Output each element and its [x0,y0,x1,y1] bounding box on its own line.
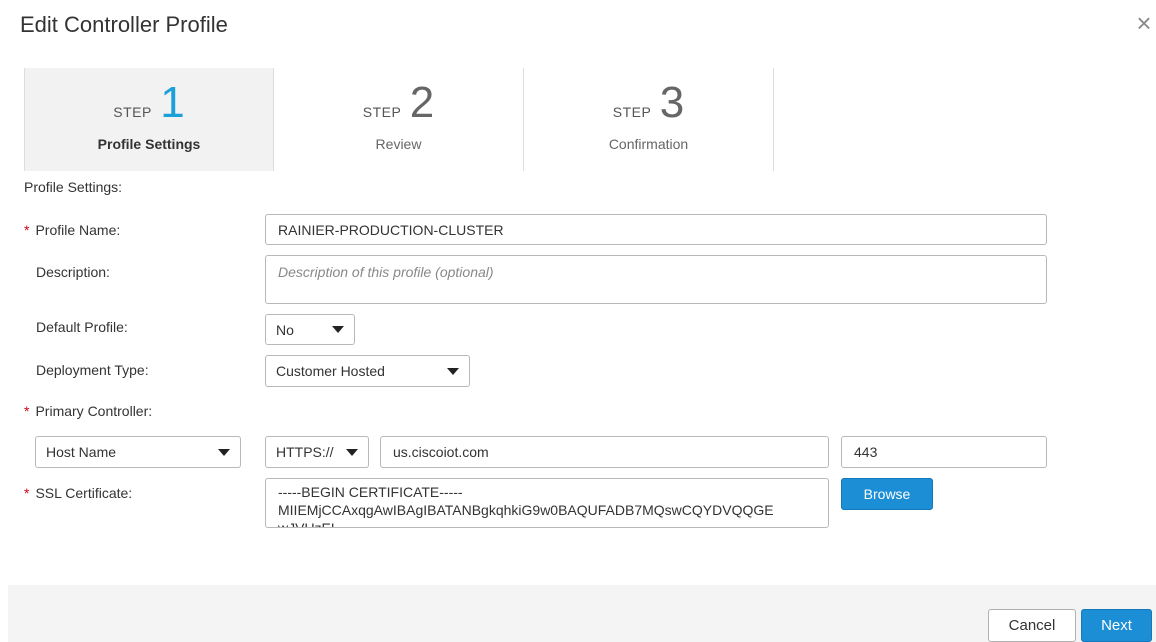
required-marker: * [24,403,30,419]
address-type-select[interactable]: Host Name [35,436,241,468]
certificate-line: -----BEGIN CERTIFICATE----- [278,484,463,500]
chevron-down-icon [346,448,358,456]
step-number: 3 [659,78,685,127]
profile-name-label: * Profile Name: [24,222,120,238]
step-label: Profile Settings [97,136,201,152]
profile-name-label-text: Profile Name: [35,222,121,238]
primary-controller-label: * Primary Controller: [24,403,152,419]
step-profile-settings: STEP 1 Profile Settings [24,68,274,171]
primary-controller-label-text: Primary Controller: [35,403,153,419]
profile-name-input[interactable]: RAINIER-PRODUCTION-CLUSTER [265,214,1047,245]
step-review: STEP 2 Review [274,68,524,171]
step-number: 1 [160,78,185,127]
ssl-certificate-textarea[interactable]: -----BEGIN CERTIFICATE----- MIIEMjCCAxqg… [265,478,829,528]
close-icon[interactable]: × [1131,8,1156,38]
host-input[interactable]: us.ciscoiot.com [380,436,829,468]
browse-button[interactable]: Browse [841,478,933,510]
protocol-select[interactable]: HTTPS:// [265,436,369,468]
deployment-type-value: Customer Hosted [276,363,385,379]
step-label: Review [375,136,422,152]
step-label: Confirmation [608,136,689,152]
certificate-line: MIIEMjCCAxqgAwIBAgIBATANBgkqhkiG9w0BAQUF… [278,502,774,518]
profile-name-value: RAINIER-PRODUCTION-CLUSTER [278,221,504,238]
dialog-title: Edit Controller Profile [20,12,228,37]
cancel-button[interactable]: Cancel [988,609,1076,642]
default-profile-label: Default Profile: [36,319,128,335]
next-button[interactable]: Next [1081,609,1152,642]
description-textarea[interactable]: Description of this profile (optional) [265,255,1047,304]
port-value: 443 [854,444,878,460]
ssl-certificate-label: * SSL Certificate: [24,485,132,501]
step-confirmation: STEP 3 Confirmation [524,68,774,171]
chevron-down-icon [218,448,230,456]
chevron-down-icon [332,326,344,333]
certificate-line: wJVUzEL [278,520,339,528]
section-label: Profile Settings: [24,179,123,195]
required-marker: * [24,485,30,501]
default-profile-select[interactable]: No [265,314,355,345]
deployment-type-label: Deployment Type: [36,362,149,378]
step-word: STEP [113,104,152,120]
dialog-footer [8,585,1156,642]
step-word: STEP [612,104,652,120]
chevron-down-icon [447,367,459,375]
ssl-certificate-label-text: SSL Certificate: [35,485,133,501]
default-profile-value: No [276,321,294,338]
address-type-value: Host Name [46,444,117,460]
step-number: 2 [409,78,435,127]
deployment-type-select[interactable]: Customer Hosted [265,355,470,387]
step-word: STEP [362,104,402,120]
description-label: Description: [36,264,110,280]
description-placeholder: Description of this profile (optional) [278,264,494,280]
host-value: us.ciscoiot.com [393,444,489,460]
port-input[interactable]: 443 [841,436,1047,468]
protocol-value: HTTPS:// [276,444,334,460]
required-marker: * [24,222,30,238]
